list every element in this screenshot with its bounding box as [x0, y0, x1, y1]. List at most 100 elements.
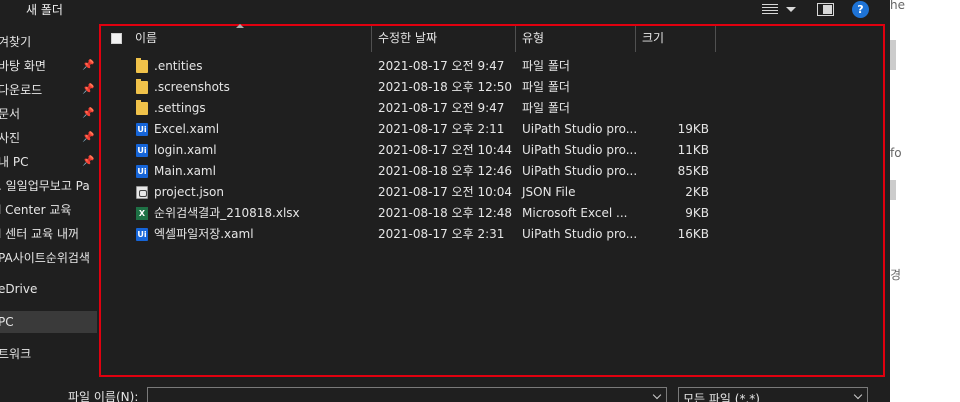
nav-item-label: 문서 [0, 107, 21, 121]
column-divider[interactable] [371, 26, 372, 52]
file-name: 엑셀파일저장.xaml [154, 227, 254, 241]
file-name: Main.xaml [154, 164, 216, 178]
file-date: 2021-08-17 오전 10:04 [378, 185, 513, 199]
file-list: 이름 수정한 날짜 유형 크기 .entities 2021-08-17 오전 9… [99, 24, 885, 377]
column-divider[interactable] [715, 26, 716, 52]
pin-icon: 📌 [82, 108, 95, 119]
pin-icon: 📌 [82, 60, 95, 71]
file-date: 2021-08-17 오전 9:47 [378, 59, 505, 73]
uipath-icon: Ui [136, 123, 148, 136]
navigation-pane: 겨찾기 바탕 화면 📌 다운로드 📌 문서 📌 사진 📌 내 PC 📌 . 일일업무보고 Pa l Ce… [0, 22, 97, 372]
file-row[interactable]: X 순위검색결과_210818.xlsx 2021-08-18 오후 12:48 Mi… [101, 203, 883, 224]
file-type: 파일 폴더 [522, 101, 570, 115]
folder-icon [136, 100, 148, 115]
file-size: 2KB [685, 185, 709, 199]
file-date: 2021-08-17 오후 2:31 [378, 227, 505, 241]
nav-item[interactable]: 내 PC 📌 [0, 151, 97, 173]
file-date: 2021-08-17 오후 2:11 [378, 122, 505, 136]
nav-item[interactable]: PC [0, 311, 97, 333]
nav-item[interactable]: 바탕 화면 📌 [0, 55, 97, 77]
file-name: 순위검색결과_210818.xlsx [154, 206, 300, 220]
file-type: Microsoft Excel ... [522, 206, 628, 220]
uipath-icon: Ui [136, 165, 148, 178]
file-row[interactable]: Ui 엑셀파일저장.xaml 2021-08-17 오후 2:31 UiPath St… [101, 224, 883, 245]
nav-item-label: eDrive [0, 282, 38, 296]
file-type: UiPath Studio pro... [522, 122, 638, 136]
json-icon [136, 186, 148, 199]
pin-icon: 📌 [82, 156, 95, 167]
bottom-bar: 파일 이름(N): 모든 파일 (*.*) [0, 378, 890, 402]
background-divider [890, 180, 896, 200]
nav-item[interactable]: 문서 📌 [0, 103, 97, 125]
file-name: project.json [154, 185, 224, 199]
preview-pane-icon[interactable] [817, 3, 834, 16]
nav-item-label: 내 PC [0, 155, 29, 169]
details-view-icon [762, 4, 778, 15]
filename-label: 파일 이름(N): [68, 390, 139, 402]
nav-item[interactable]: 사진 📌 [0, 127, 97, 149]
file-type: UiPath Studio pro... [522, 164, 638, 178]
file-size: 9KB [685, 206, 709, 220]
folder-icon [136, 58, 148, 73]
new-folder-button[interactable]: 새 폴더 [26, 1, 63, 18]
column-type[interactable]: 유형 [522, 26, 544, 52]
file-date: 2021-08-18 오후 12:48 [378, 206, 513, 220]
chevron-down-icon[interactable] [652, 390, 662, 400]
file-row[interactable]: .entities 2021-08-17 오전 9:47 파일 폴더 [101, 56, 883, 77]
pin-icon: 📌 [82, 84, 95, 95]
column-divider[interactable] [635, 26, 636, 52]
nav-item-label: l Center 교육 [0, 203, 72, 217]
file-row[interactable]: Ui Main.xaml 2021-08-18 오후 12:46 UiPath Stu… [101, 161, 883, 182]
nav-item[interactable]: l 센터 교육 내꺼 [0, 223, 97, 245]
file-type: 파일 폴더 [522, 59, 570, 73]
nav-item[interactable]: . 일일업무보고 Pa [0, 175, 97, 197]
file-row[interactable]: project.json 2021-08-17 오전 10:04 JSON File… [101, 182, 883, 203]
file-date: 2021-08-17 오전 9:47 [378, 101, 505, 115]
file-size: 16KB [677, 227, 709, 241]
file-name: login.xaml [154, 143, 217, 157]
nav-item-label: PC [0, 315, 14, 329]
nav-item[interactable]: PA사이트순위검색 [0, 247, 97, 269]
column-name[interactable]: 이름 [135, 26, 157, 52]
file-date: 2021-08-18 오후 12:50 [378, 80, 513, 94]
file-date: 2021-08-17 오전 10:44 [378, 143, 513, 157]
select-all-checkbox[interactable] [111, 33, 122, 44]
uipath-icon: Ui [136, 144, 148, 157]
nav-item[interactable]: 다운로드 📌 [0, 79, 97, 101]
view-options-icon[interactable] [762, 3, 798, 17]
column-divider[interactable] [515, 26, 516, 52]
file-type: JSON File [522, 185, 576, 199]
nav-item[interactable]: eDrive [0, 278, 97, 300]
file-type-filter[interactable]: 모든 파일 (*.*) [678, 387, 868, 402]
file-type: 파일 폴더 [522, 80, 570, 94]
file-name: .screenshots [154, 80, 230, 94]
file-type: UiPath Studio pro... [522, 143, 638, 157]
file-rows: .entities 2021-08-17 오전 9:47 파일 폴더 .screens… [101, 56, 883, 245]
excel-icon: X [136, 207, 148, 220]
file-type: UiPath Studio pro... [522, 227, 638, 241]
file-name: .entities [154, 59, 203, 73]
column-date[interactable]: 수정한 날짜 [378, 26, 437, 52]
nav-item[interactable]: l Center 교육 [0, 199, 97, 221]
file-name: Excel.xaml [154, 122, 220, 136]
nav-item-label: 바탕 화면 [0, 59, 46, 73]
file-size: 11KB [677, 143, 709, 157]
file-open-dialog: 새 폴더 ? 겨찾기 바탕 화면 📌 다운로드 📌 문서 📌 사진 📌 내 PC 📌 . 일일업무보고… [0, 0, 890, 402]
nav-item[interactable]: 트워크 [0, 343, 97, 365]
file-row[interactable]: .screenshots 2021-08-18 오후 12:50 파일 폴더 [101, 77, 883, 98]
file-name: .settings [154, 101, 206, 115]
file-row[interactable]: Ui login.xaml 2021-08-17 오전 10:44 UiPath St… [101, 140, 883, 161]
help-icon[interactable]: ? [852, 1, 869, 18]
background-text: he [890, 0, 905, 12]
nav-item-label: . 일일업무보고 Pa [0, 179, 90, 193]
column-size[interactable]: 크기 [642, 26, 664, 52]
chevron-down-icon [786, 7, 796, 12]
nav-item-label: 사진 [0, 131, 21, 145]
nav-item[interactable]: 겨찾기 [0, 31, 97, 53]
background-text: fo [890, 146, 902, 160]
file-row[interactable]: Ui Excel.xaml 2021-08-17 오후 2:11 UiPath Stu… [101, 119, 883, 140]
filename-input[interactable] [147, 387, 667, 402]
file-row[interactable]: .settings 2021-08-17 오전 9:47 파일 폴더 [101, 98, 883, 119]
background-text: 경 [890, 268, 902, 282]
pin-icon: 📌 [82, 132, 95, 143]
